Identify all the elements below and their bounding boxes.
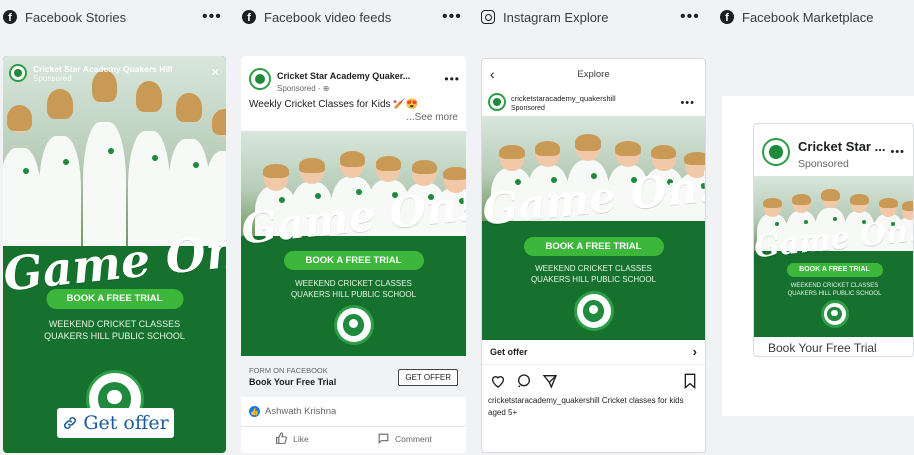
get-offer-label: Get offer xyxy=(83,412,169,434)
link-icon xyxy=(64,416,77,430)
thumbs-up-icon xyxy=(276,432,288,444)
see-more-link[interactable]: ...See more xyxy=(406,112,458,123)
share-icon[interactable] xyxy=(542,373,558,389)
bookmark-icon[interactable] xyxy=(683,373,697,389)
explore-title: Explore xyxy=(577,68,610,80)
get-offer-row[interactable]: Get offer › xyxy=(482,341,705,365)
sponsored-label: Sponsored · ⊕ xyxy=(277,84,330,93)
page-avatar[interactable] xyxy=(488,93,506,111)
post-caption: Weekly Cricket Classes for Kids 🏏😍 xyxy=(249,99,419,110)
more-options-icon[interactable]: ••• xyxy=(890,146,905,158)
ad-cta-graphic: BOOK A FREE TRIAL xyxy=(283,251,424,270)
facebook-icon: f xyxy=(242,10,256,24)
ad-creative[interactable]: Game On! BOOK A FREE TRIAL WEEKEND CRICK… xyxy=(482,116,705,340)
post-actions: Like Comment xyxy=(241,426,466,445)
academy-logo xyxy=(573,291,614,331)
ad-subtext: WEEKEND CRICKET CLASSES QUAKERS HILL PUB… xyxy=(787,283,882,298)
ig-action-bar xyxy=(490,373,697,389)
column-title: Facebook Stories xyxy=(25,9,127,25)
more-options-icon[interactable]: ••• xyxy=(680,8,700,26)
more-options-icon[interactable]: ••• xyxy=(680,97,695,109)
ad-creative[interactable]: Game On! BOOK A FREE TRIAL WEEKEND CRICK… xyxy=(754,176,913,337)
column-header-marketplace: f Facebook Marketplace xyxy=(720,0,874,34)
instagram-preview: ‹ Explore cricketstaracademy_quakershill… xyxy=(481,58,706,453)
comment-icon[interactable] xyxy=(516,373,532,389)
page-name[interactable]: Cricket Star Academy Quaker... xyxy=(277,71,410,81)
ad-subtext: WEEKEND CRICKET CLASSES QUAKERS HILL PUB… xyxy=(44,319,185,342)
column-header-stories: f Facebook Stories xyxy=(3,0,126,34)
comment-icon xyxy=(378,433,389,445)
page-name[interactable]: Cricket Star ... xyxy=(798,139,885,154)
more-options-icon[interactable]: ••• xyxy=(442,8,462,26)
heart-icon[interactable] xyxy=(490,373,506,389)
column-title: Facebook Marketplace xyxy=(742,9,874,25)
ad-photo xyxy=(3,56,226,246)
page-avatar[interactable] xyxy=(9,64,27,82)
column-title: Facebook video feeds xyxy=(264,9,392,25)
instagram-icon xyxy=(481,10,495,24)
reaction-name: Ashwath Krishna xyxy=(265,406,337,417)
close-icon[interactable]: ✕ xyxy=(211,66,220,79)
stories-preview: Cricket Star Academy Quakers Hill Sponso… xyxy=(3,56,226,453)
get-offer-label: Get offer xyxy=(490,347,528,357)
facebook-icon: f xyxy=(720,10,734,24)
more-options-icon[interactable]: ••• xyxy=(444,72,460,86)
academy-logo xyxy=(333,305,374,345)
ad-creative[interactable]: Game On! BOOK A FREE TRIAL WEEKEND CRICK… xyxy=(241,131,466,356)
lead-form-bar[interactable]: FORM ON FACEBOOK Book Your Free Trial GE… xyxy=(241,356,466,397)
academy-logo xyxy=(820,300,849,328)
more-options-icon[interactable]: ••• xyxy=(202,8,222,26)
page-avatar[interactable] xyxy=(249,68,271,90)
chevron-right-icon: › xyxy=(692,344,697,359)
sponsored-label: Sponsored xyxy=(33,74,72,83)
page-name[interactable]: Cricket Star Academy Quakers Hill xyxy=(33,64,173,74)
sponsored-label: Sponsored xyxy=(511,105,545,112)
ad-subtext: WEEKEND CRICKET CLASSES QUAKERS HILL PUB… xyxy=(290,279,417,299)
comment-button[interactable]: Comment xyxy=(377,432,432,445)
ad-cta-graphic: BOOK A FREE TRIAL xyxy=(46,289,183,309)
facebook-icon: f xyxy=(3,10,17,24)
page-avatar[interactable] xyxy=(762,138,790,166)
like-button[interactable]: Like xyxy=(275,432,309,445)
get-offer-button[interactable]: Get offer xyxy=(57,408,174,438)
ad-cta-graphic: BOOK A FREE TRIAL xyxy=(523,237,664,256)
sponsored-label: Sponsored xyxy=(798,158,849,170)
ad-cta-graphic: BOOK A FREE TRIAL xyxy=(786,263,883,277)
like-reaction-icon: 👍 xyxy=(249,406,260,417)
explore-bar: ‹ Explore xyxy=(482,59,705,89)
ig-handle[interactable]: cricketstaracademy_quakershill xyxy=(511,94,616,103)
back-arrow-icon[interactable]: ‹ xyxy=(490,66,495,82)
column-header-video-feeds: f Facebook video feeds xyxy=(242,0,391,34)
caption-handle[interactable]: cricketstaracademy_quakershill xyxy=(488,396,600,405)
column-header-instagram-explore: Instagram Explore xyxy=(481,0,609,34)
feed-preview: Cricket Star Academy Quaker... Sponsored… xyxy=(241,56,466,453)
reactions[interactable]: 👍 Ashwath Krishna xyxy=(249,406,336,417)
ad-subtext: WEEKEND CRICKET CLASSES QUAKERS HILL PUB… xyxy=(530,264,657,284)
marketplace-cta-text: Book Your Free Trial xyxy=(768,341,877,355)
get-offer-button[interactable]: GET OFFER xyxy=(398,369,458,386)
column-title: Instagram Explore xyxy=(503,9,609,25)
marketplace-preview[interactable]: Cricket Star ... Sponsored ••• Game On! … xyxy=(753,123,914,357)
ig-caption: cricketstaracademy_quakershill Cricket c… xyxy=(488,395,697,418)
